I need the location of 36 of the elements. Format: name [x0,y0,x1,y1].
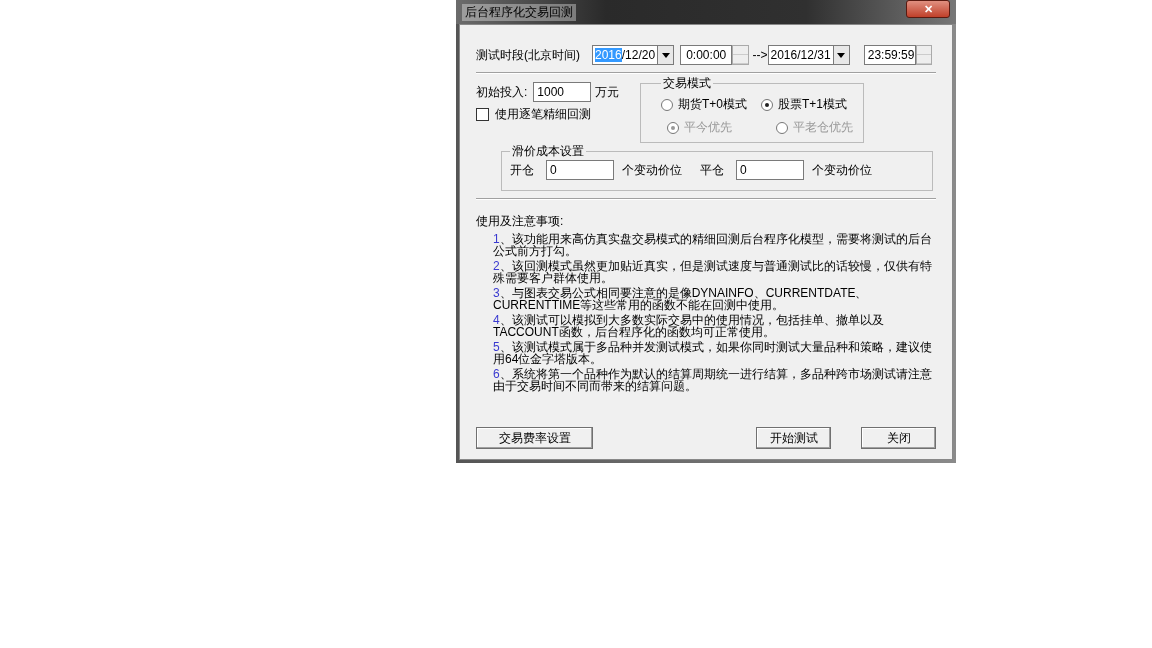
open-label: 开仓 [510,161,534,179]
period-label: 测试时段(北京时间) [476,46,580,64]
close-slippage-field[interactable]: 0 [736,160,804,180]
close-dialog-button[interactable]: 关闭 [861,427,936,449]
note-paragraph: 4、该测试可以模拟到大多数实际交易中的使用情况，包括挂单、撤单以及TACCOUNT函数，后台程序化的函数均可正常使用。 [493,314,885,338]
notes-title: 使用及注意事项: [476,213,565,230]
note-paragraph: 1、该功能用来高仿真实盘交易模式的精细回测后台程序化模型，需要将测试的后台公式前方打勾。 [493,233,933,257]
start-date-field[interactable]: 2016/12/20 [592,45,658,65]
end-time-field[interactable]: 23:59:59 [863,45,916,65]
unit-label: 个变动价位 [622,161,682,179]
note-paragraph: 6、系统将第一个品种作为默认的结算周期统一进行结算，多品种跨市场测试请注意由于交易时间不同而带来的结算问题。 [493,368,933,392]
caret-icon [837,52,846,58]
end-date-field[interactable]: 2016/12/31 [767,45,834,65]
close-label: 平仓 [700,161,724,179]
unit-label: 万元 [595,83,620,101]
group-title: 交易模式 [662,75,712,92]
capital-label: 初始投入: [476,83,528,101]
start-time-field[interactable]: 0:00:00 [680,45,733,65]
open-slippage-field[interactable]: 0 [546,160,614,180]
dropdown-button[interactable] [658,45,675,65]
radio-option[interactable]: 股票T+1模式 [761,96,848,113]
unit-label: 个变动价位 [812,161,872,179]
note-paragraph: 2、该回测模式虽然更加贴近真实，但是测试速度与普通测试比的话较慢，仅供有特殊需要客户群体使用。 [493,260,933,284]
arrow-text: --> [752,48,768,62]
radio-option[interactable]: 期货T+0模式 [661,96,747,113]
checkbox[interactable] [476,108,489,121]
fee-settings-button[interactable]: 交易费率设置 [476,427,593,449]
window-title: 后台程序化交易回测 [462,3,576,21]
caret-icon [661,52,670,58]
start-test-button[interactable]: 开始测试 [756,427,831,449]
note-paragraph: 5、该测试模式属于多品种并发测试模式，如果你同时测试大量品种和策略，建议使用64位金字塔版本。 [493,341,933,365]
close-button[interactable]: ✕ [906,0,950,18]
checkbox-label: 使用逐笔精细回测 [495,106,591,123]
note-paragraph: 3、与图表交易公式相同要注意的是像DYNAINFO、CURRENTDATE、CURRENTTIME等这些常用的函数不能在回测中使用。 [493,287,869,311]
capital-field[interactable]: 1000 [533,82,592,102]
group-title: 滑价成本设置 [511,143,585,160]
